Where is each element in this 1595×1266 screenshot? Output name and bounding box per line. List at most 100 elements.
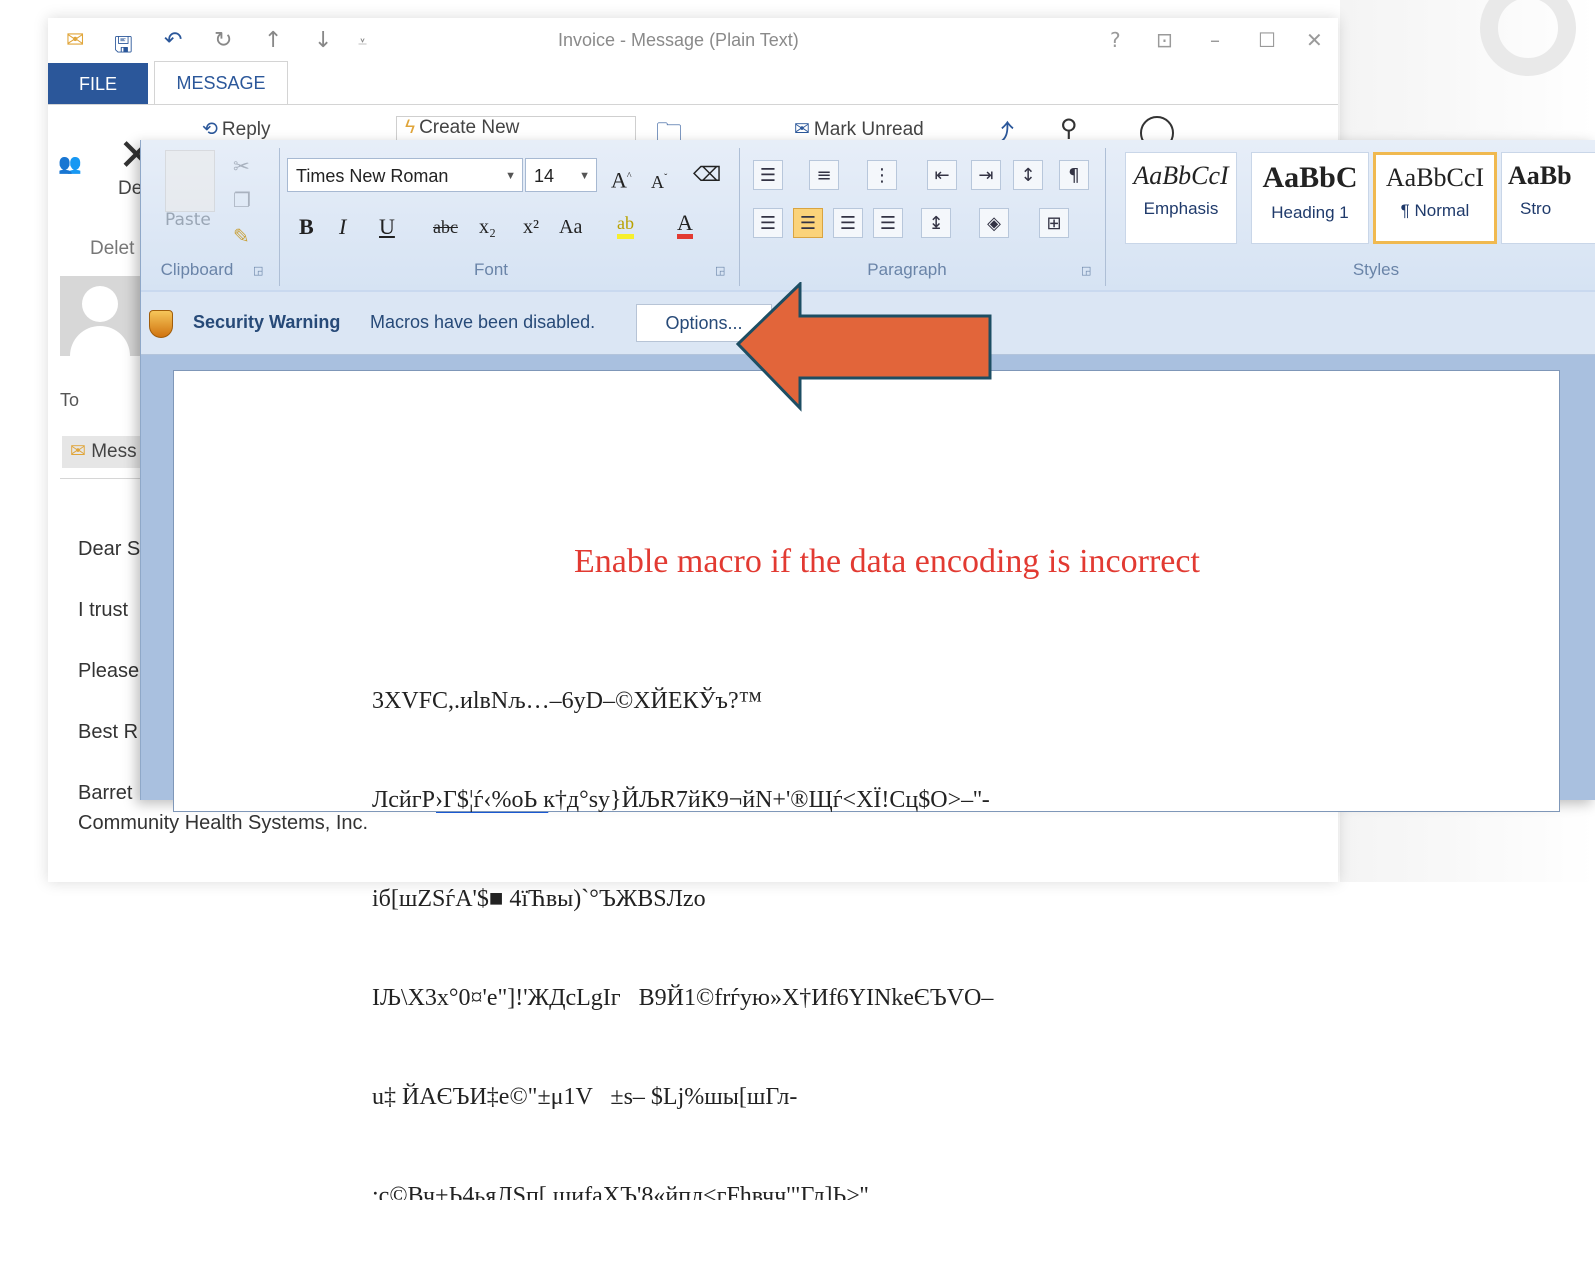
garbled-line: іб[шZSѓА'$■ 4їЋвы)`°ЪЖBSЛzо <box>372 886 706 912</box>
reply-button[interactable]: ⟲ Reply <box>202 118 271 141</box>
maximize-icon[interactable]: ☐ <box>1258 28 1276 52</box>
grow-font-icon[interactable]: A^ <box>611 160 632 194</box>
people-button[interactable]: 👥 <box>58 152 82 176</box>
cut-icon[interactable]: ✂ <box>233 154 250 178</box>
tab-message[interactable]: MESSAGE <box>154 61 288 104</box>
copy-icon[interactable]: ❐ <box>233 188 251 212</box>
undo-icon[interactable]: ↶ <box>164 28 182 53</box>
style-emphasis[interactable]: AaBbCcI Emphasis <box>1125 152 1237 244</box>
font-name-value: Times New Roman <box>296 166 449 186</box>
sort-button[interactable]: ↕ <box>1013 160 1043 190</box>
numbering-button[interactable]: ≡ <box>809 160 839 190</box>
style-sample: AaBbCcI <box>1385 163 1485 192</box>
person-body-icon <box>70 326 130 356</box>
ribbon-display-icon[interactable]: ⊡ <box>1156 28 1173 52</box>
message-tab-label: Mess <box>91 441 137 462</box>
delete-group-label: Delet <box>90 238 135 259</box>
bold-button[interactable]: B <box>299 210 314 244</box>
align-right-button[interactable]: ☰ <box>833 208 863 238</box>
superscript-button[interactable]: x² <box>523 210 539 244</box>
font-color-icon[interactable]: A <box>677 206 693 239</box>
mark-unread-button[interactable]: ✉ Mark Unread <box>794 118 924 141</box>
justify-button[interactable]: ☰ <box>873 208 903 238</box>
font-dialog-launcher-icon[interactable]: ◲ <box>715 264 725 277</box>
paste-icon[interactable] <box>165 150 215 212</box>
font-name-combo[interactable]: Times New Roman ▼ <box>287 158 523 192</box>
style-normal[interactable]: AaBbCcI ¶ Normal <box>1373 152 1497 244</box>
increase-indent-button[interactable]: ⇥ <box>971 160 1001 190</box>
window-title: Invoice - Message (Plain Text) <box>558 30 799 50</box>
decrease-indent-button[interactable]: ⇤ <box>927 160 957 190</box>
body-line-2: I trust <box>78 599 129 621</box>
group-separator <box>1105 148 1106 286</box>
body-closing: Best R <box>78 721 139 743</box>
help-icon[interactable]: ? <box>1110 28 1121 52</box>
reply-label: Reply <box>221 119 271 140</box>
header-divider <box>60 478 150 479</box>
styles-group-label: Styles <box>1352 260 1400 279</box>
reply-icon: ⟲ <box>202 119 218 140</box>
down-arrow-icon[interactable]: ↓ <box>314 28 332 53</box>
style-name: ¶ Normal <box>1400 201 1470 220</box>
body-signature: Barret <box>78 782 133 804</box>
style-sample: AaBbC <box>1262 161 1358 194</box>
align-center-button[interactable]: ☰ <box>793 208 823 238</box>
lightning-icon: ϟ <box>405 117 416 138</box>
chevron-down-icon: ▼ <box>505 170 516 182</box>
style-heading-1[interactable]: AaBbC Heading 1 <box>1251 152 1369 244</box>
clipboard-dialog-launcher-icon[interactable]: ◲ <box>253 264 263 277</box>
word-ribbon: Paste ✂ ❐ ✎ Clipboard ◲ Times New Roman … <box>141 140 1595 290</box>
redo-icon[interactable]: ↻ <box>214 28 232 53</box>
change-case-button[interactable]: Aa <box>559 210 582 244</box>
save-icon[interactable]: 🖫 <box>114 28 133 66</box>
line-spacing-button[interactable]: ↨ <box>921 208 951 238</box>
clear-formatting-icon[interactable]: ⌫ <box>693 158 721 192</box>
font-group-label: Font <box>473 260 509 279</box>
minimize-icon[interactable]: – <box>1210 28 1220 52</box>
show-marks-button[interactable]: ¶ <box>1059 160 1089 190</box>
clipboard-group-label: Clipboard <box>160 260 234 279</box>
strikethrough-button[interactable]: abc <box>433 210 458 244</box>
document-area: Enable macro if the data encoding is inc… <box>141 355 1595 1200</box>
style-name: Heading 1 <box>1271 203 1349 222</box>
style-name: Stro <box>1520 199 1552 218</box>
security-warning-title: Security Warning <box>193 312 341 332</box>
close-icon[interactable]: ✕ <box>1306 28 1323 52</box>
body-company: Community Health Systems, Inc. <box>78 812 369 834</box>
garbled-line: ЛсйгР›Г$¦ѓ‹%оЬ к†д°ѕу}ЙЉR7йК9¬йN+'®Щѓ<XЇ… <box>372 787 990 813</box>
group-separator <box>739 148 740 286</box>
find-button[interactable]: ⚲ <box>1060 114 1082 143</box>
garbled-text: 3XVFC,.иlвNљ…–6yD–©XЙЕКЎъ?™ ЛсйгР›Г$¦ѓ‹%… <box>372 619 993 1266</box>
style-strong[interactable]: AaBb Stro <box>1501 152 1595 244</box>
align-left-button[interactable]: ☰ <box>753 208 783 238</box>
multilevel-list-button[interactable]: ⋮ <box>867 160 897 190</box>
document-page[interactable]: Enable macro if the data encoding is inc… <box>173 370 1560 1200</box>
format-painter-icon[interactable]: ✎ <box>233 224 250 248</box>
chevron-down-icon: ▼ <box>579 170 590 182</box>
font-size-combo[interactable]: 14 ▼ <box>525 158 597 192</box>
envelope-icon: ✉ <box>66 28 85 53</box>
people-icon: 👥 <box>58 154 82 175</box>
borders-button[interactable]: ⊞ <box>1039 208 1069 238</box>
shrink-font-icon[interactable]: Aˇ <box>651 162 667 196</box>
italic-button[interactable]: I <box>339 210 346 244</box>
highlight-color-icon[interactable]: ab <box>617 206 634 239</box>
delete-label: De <box>118 178 143 199</box>
garbled-line: IЉ\X3х°0¤'е"]!'ЖДсLgIг B9Й1©frѓую»X†Иf6Y… <box>372 985 994 1011</box>
up-arrow-icon[interactable]: ↑ <box>264 28 282 53</box>
garbled-line: u‡ ЙАЄЪИ‡е©"±μ1V ±s– $Lj%шы[шГл- <box>372 1084 798 1110</box>
underline-button[interactable]: U <box>379 210 395 244</box>
tab-file[interactable]: FILE <box>48 63 148 105</box>
person-silhouette-icon <box>82 286 118 322</box>
paragraph-group-label: Paragraph <box>867 260 947 279</box>
to-label: To <box>60 390 80 410</box>
garbled-line: :с©Вч+Ь4ьяЛSп[ шиfaXЪ'8«йпл<гFhвчч'"Гл]Ь… <box>372 1183 869 1200</box>
document-heading: Enable macro if the data encoding is inc… <box>574 543 1200 580</box>
shading-button[interactable]: ◈ <box>979 208 1009 238</box>
bullets-button[interactable]: ☰ <box>753 160 783 190</box>
customize-qat-icon[interactable]: ⩡ <box>358 32 367 52</box>
paragraph-dialog-launcher-icon[interactable]: ◲ <box>1081 264 1091 277</box>
security-warning-message: Macros have been disabled. <box>370 312 596 332</box>
subscript-button[interactable]: x₂ <box>479 210 496 244</box>
arrow-shape <box>736 282 992 412</box>
